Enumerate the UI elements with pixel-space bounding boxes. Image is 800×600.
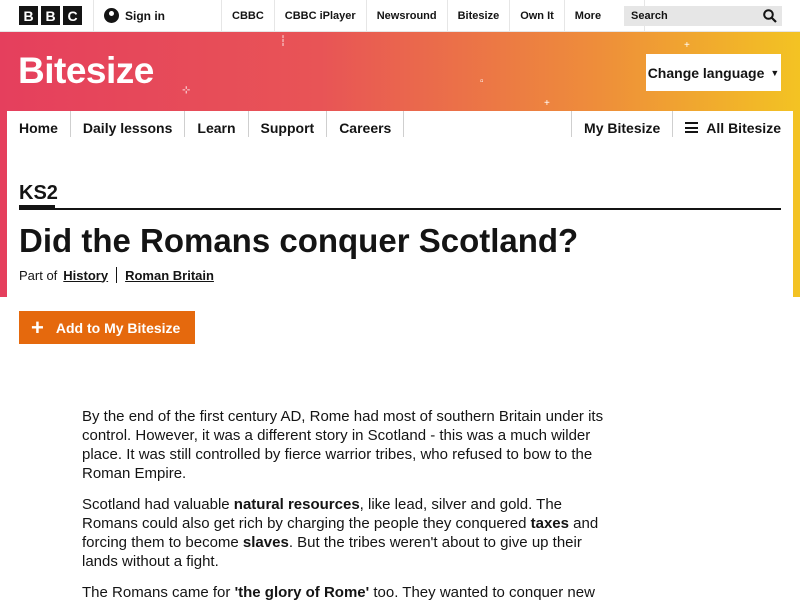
sparkle-icon: + xyxy=(544,98,550,109)
change-language-label: Change language xyxy=(647,64,765,81)
article-body: By the end of the first century AD, Rome… xyxy=(82,407,612,600)
more-label: More xyxy=(574,9,602,22)
change-language-button[interactable]: Change language ▼ xyxy=(646,54,781,91)
search-icon[interactable] xyxy=(763,9,777,23)
chevron-down-icon: ▼ xyxy=(770,67,780,78)
user-icon xyxy=(104,8,119,23)
bbc-nav-own-it[interactable]: Own It xyxy=(509,0,564,31)
article-paragraph: By the end of the first century AD, Rome… xyxy=(82,408,604,482)
key-stage-underline xyxy=(19,205,55,210)
bbc-logo-letter: C xyxy=(63,6,82,25)
sign-in-link[interactable]: Sign in xyxy=(93,0,221,31)
sparkle-icon: ┆ xyxy=(280,36,287,47)
bitesize-logo[interactable]: Bitesize xyxy=(18,50,154,92)
bbc-global-bar: B B C Sign in CBBC CBBC iPlayer Newsroun… xyxy=(0,0,800,32)
breadcrumb-history[interactable]: History xyxy=(63,268,108,283)
breadcrumb-separator xyxy=(116,267,118,283)
article-paragraph: Scotland had valuable natural resources,… xyxy=(82,496,599,570)
bbc-nav-bitesize[interactable]: Bitesize xyxy=(446,0,510,31)
part-of-label: Part of xyxy=(19,267,58,283)
keyword[interactable]: slaves xyxy=(243,534,289,551)
plus-icon: + xyxy=(31,314,44,340)
breadcrumb: Part of History Roman Britain xyxy=(19,267,214,283)
bbc-nav-links: CBBC CBBC iPlayer Newsround Bitesize Own… xyxy=(221,0,645,31)
bbc-nav-newsround[interactable]: Newsround xyxy=(365,0,447,31)
article-paragraph: The Romans came for 'the glory of Rome' … xyxy=(82,584,595,600)
page-title: Did the Romans conquer Scotland? xyxy=(19,222,579,259)
sparkle-icon: + xyxy=(684,40,690,51)
bbc-logo-letter: B xyxy=(19,6,38,25)
search-input[interactable]: Search xyxy=(624,6,782,26)
sparkle-icon: ⊹ xyxy=(182,85,191,96)
add-to-my-bitesize-button[interactable]: + Add to My Bitesize xyxy=(19,311,195,344)
divider xyxy=(19,208,781,210)
bbc-logo-letter: B xyxy=(41,6,60,25)
keyword[interactable]: natural resources xyxy=(234,496,360,513)
sign-in-label: Sign in xyxy=(125,8,165,23)
search-placeholder: Search xyxy=(631,10,668,22)
all-bitesize-label: All Bitesize xyxy=(706,119,781,136)
keyword[interactable]: taxes xyxy=(531,515,569,532)
key-stage-label[interactable]: KS2 xyxy=(19,182,58,205)
breadcrumb-roman-britain[interactable]: Roman Britain xyxy=(125,268,214,283)
sparkle-icon: ▫ xyxy=(480,76,484,87)
bbc-nav-cbbc[interactable]: CBBC xyxy=(221,0,274,31)
menu-icon xyxy=(685,122,699,133)
keyword: 'the glory of Rome' xyxy=(234,584,370,600)
bbc-logo[interactable]: B B C xyxy=(0,0,93,31)
bbc-nav-cbbc-iplayer[interactable]: CBBC iPlayer xyxy=(273,0,366,31)
add-button-label: Add to My Bitesize xyxy=(55,319,181,336)
